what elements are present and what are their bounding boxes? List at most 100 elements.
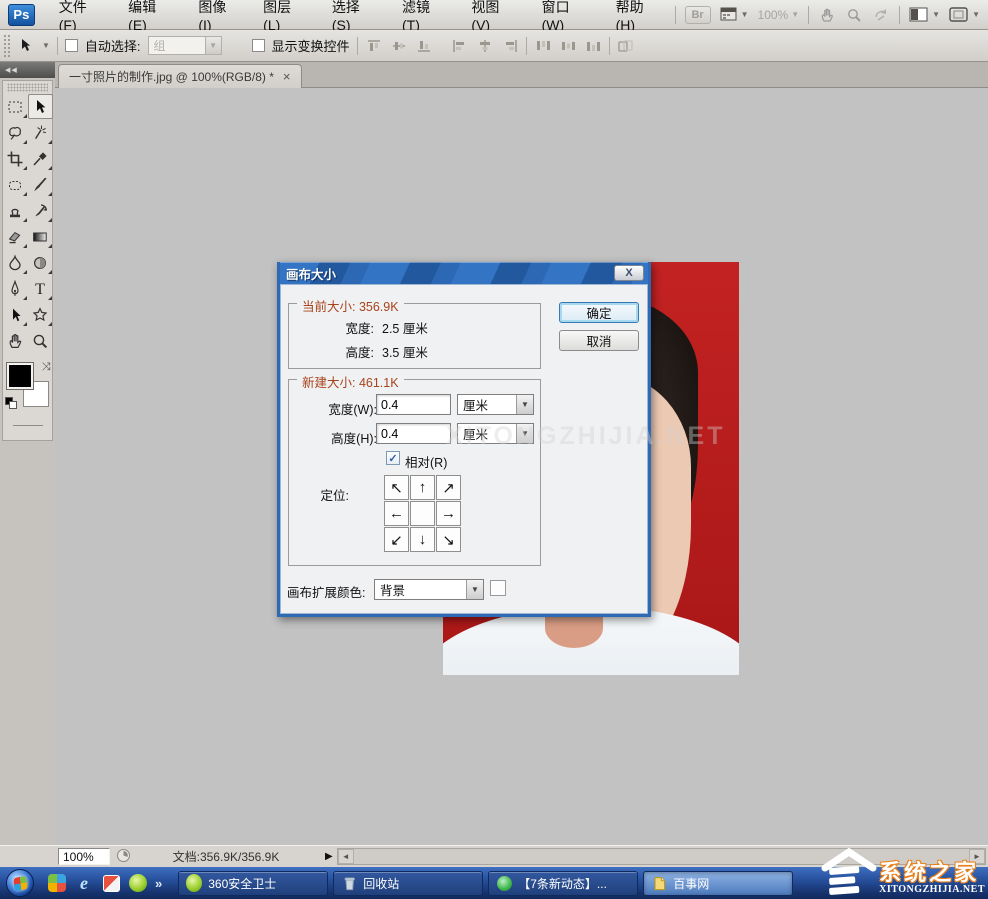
brush-tool[interactable] (28, 172, 53, 197)
distribute-vertical-centers-button[interactable] (559, 38, 577, 54)
path-selection-tool[interactable] (3, 302, 28, 327)
launcher-button[interactable]: ▼ (720, 7, 749, 22)
zoom-level-dropdown[interactable]: 100% ▼ (758, 8, 800, 22)
horizontal-scrollbar[interactable]: ◄ ► (337, 848, 986, 865)
crop-tool[interactable] (3, 146, 28, 171)
start-button[interactable] (6, 869, 34, 897)
anchor-bottom-right[interactable]: ↘ (436, 527, 461, 552)
dialog-titlebar[interactable]: 画布大小 X (280, 262, 648, 284)
align-top-edges-button[interactable] (365, 38, 383, 54)
height-unit-select[interactable]: 厘米 ▼ (457, 423, 534, 444)
align-horizontal-centers-button[interactable] (476, 38, 494, 54)
swap-colors-icon[interactable]: ⤨ (42, 361, 51, 374)
foreground-color-swatch[interactable] (7, 363, 33, 389)
zoom-percentage-input[interactable]: 100% (58, 848, 110, 865)
menu-view[interactable]: 视图(V) (459, 0, 529, 30)
yellow-page-icon (651, 875, 667, 891)
menu-select[interactable]: 选择(S) (320, 0, 390, 30)
zoom-tool[interactable] (28, 328, 53, 353)
type-tool[interactable]: T (28, 276, 53, 301)
taskbar-item-360-safe[interactable]: 360安全卫士 (178, 871, 328, 896)
align-bottom-edges-button[interactable] (415, 38, 433, 54)
options-bar-grip[interactable] (3, 34, 10, 58)
gradient-tool[interactable] (28, 224, 53, 249)
rectangular-marquee-tool[interactable] (3, 94, 28, 119)
zoom-tool-button[interactable] (845, 7, 863, 23)
launcher-icon (720, 7, 738, 22)
blur-tool[interactable] (3, 250, 28, 275)
status-menu-arrow-icon[interactable]: ▶ (325, 851, 333, 862)
move-tool-preset[interactable] (17, 38, 35, 54)
align-vertical-centers-button[interactable] (390, 38, 408, 54)
taskbar-item-recycle-bin[interactable]: 回收站 (333, 871, 483, 896)
taskbar-item-baishi-active[interactable]: 百事网 (643, 871, 793, 896)
show-transform-checkbox[interactable] (252, 39, 265, 52)
anchor-left[interactable]: ← (384, 501, 409, 526)
cancel-button[interactable]: 取消 (559, 330, 639, 351)
panel-collapse-bar[interactable]: ◀◀ (0, 62, 55, 78)
scroll-right-icon[interactable]: ► (969, 849, 985, 864)
panel-grip[interactable] (7, 83, 48, 92)
extension-color-swatch[interactable] (490, 580, 506, 596)
quicklaunch-more-icon[interactable]: » (155, 876, 162, 891)
width-unit-select[interactable]: 厘米 ▼ (457, 394, 534, 415)
relative-checkbox[interactable]: ✓ (386, 451, 400, 465)
taskbar-item-news[interactable]: 【7条新动态】... (488, 871, 638, 896)
bridge-button[interactable]: Br (685, 6, 711, 24)
rotate-view-button[interactable] (872, 7, 890, 23)
anchor-bottom-left[interactable]: ↙ (384, 527, 409, 552)
scroll-left-icon[interactable]: ◄ (338, 849, 354, 864)
align-left-edges-button[interactable] (451, 38, 469, 54)
menu-help[interactable]: 帮助(H) (604, 0, 675, 30)
height-input[interactable] (376, 423, 451, 444)
auto-select-dropdown[interactable]: 组 ▼ (148, 36, 222, 55)
canvas-extension-color-select[interactable]: 背景 ▼ (374, 579, 484, 600)
lasso-tool[interactable] (3, 120, 28, 145)
document-tab[interactable]: 一寸照片的制作.jpg @ 100%(RGB/8) * × (58, 64, 302, 88)
dodge-tool[interactable] (28, 250, 53, 275)
hand-tool-button[interactable] (818, 7, 836, 23)
ok-button[interactable]: 确定 (559, 302, 639, 323)
dialog-close-button[interactable]: X (614, 265, 644, 281)
width-input[interactable] (376, 394, 451, 415)
menu-image[interactable]: 图像(I) (186, 0, 251, 30)
photoshop-logo-icon[interactable]: Ps (8, 4, 35, 26)
align-right-edges-button[interactable] (501, 38, 519, 54)
menu-layer[interactable]: 图层(L) (251, 0, 320, 30)
distribute-top-edges-button[interactable] (534, 38, 552, 54)
anchor-bottom[interactable]: ↓ (410, 527, 435, 552)
menu-edit[interactable]: 编辑(E) (116, 0, 186, 30)
anchor-right[interactable]: → (436, 501, 461, 526)
move-tool[interactable] (28, 94, 53, 119)
anchor-center[interactable] (410, 501, 435, 526)
hand-tool[interactable] (3, 328, 28, 353)
distribute-bottom-edges-button[interactable] (584, 38, 602, 54)
anchor-top[interactable]: ↑ (410, 475, 435, 500)
anchor-top-right[interactable]: ↗ (436, 475, 461, 500)
history-brush-tool[interactable] (28, 198, 53, 223)
default-colors-icon[interactable] (5, 397, 17, 409)
quicklaunch-360-safe-icon[interactable] (128, 873, 148, 893)
eraser-tool[interactable] (3, 224, 28, 249)
magnifier-icon (31, 332, 49, 350)
dialog-title: 画布大小 (286, 264, 614, 283)
auto-align-layers-button[interactable] (617, 38, 635, 54)
close-tab-icon[interactable]: × (283, 70, 291, 83)
custom-shape-tool[interactable] (28, 302, 53, 327)
eyedropper-tool[interactable] (28, 146, 53, 171)
magic-wand-tool[interactable] (28, 120, 53, 145)
menu-file[interactable]: 文件(F) (47, 0, 116, 30)
clone-stamp-tool[interactable] (3, 198, 28, 223)
quicklaunch-360-desktop-icon[interactable] (47, 873, 67, 893)
auto-select-checkbox[interactable] (65, 39, 78, 52)
menu-window[interactable]: 窗口(W) (530, 0, 604, 30)
menu-filter[interactable]: 滤镜(T) (390, 0, 459, 30)
pen-tool[interactable] (3, 276, 28, 301)
spot-healing-brush-tool[interactable] (3, 172, 28, 197)
anchor-top-left[interactable]: ↖ (384, 475, 409, 500)
quicklaunch-internet-explorer-icon[interactable]: e (74, 873, 94, 893)
tool-preset-dropdown-icon[interactable]: ▼ (42, 41, 50, 50)
screen-mode-button[interactable]: ▼ (949, 7, 980, 22)
quicklaunch-app-icon[interactable] (101, 873, 121, 893)
arrange-documents-button[interactable]: ▼ (909, 7, 940, 22)
